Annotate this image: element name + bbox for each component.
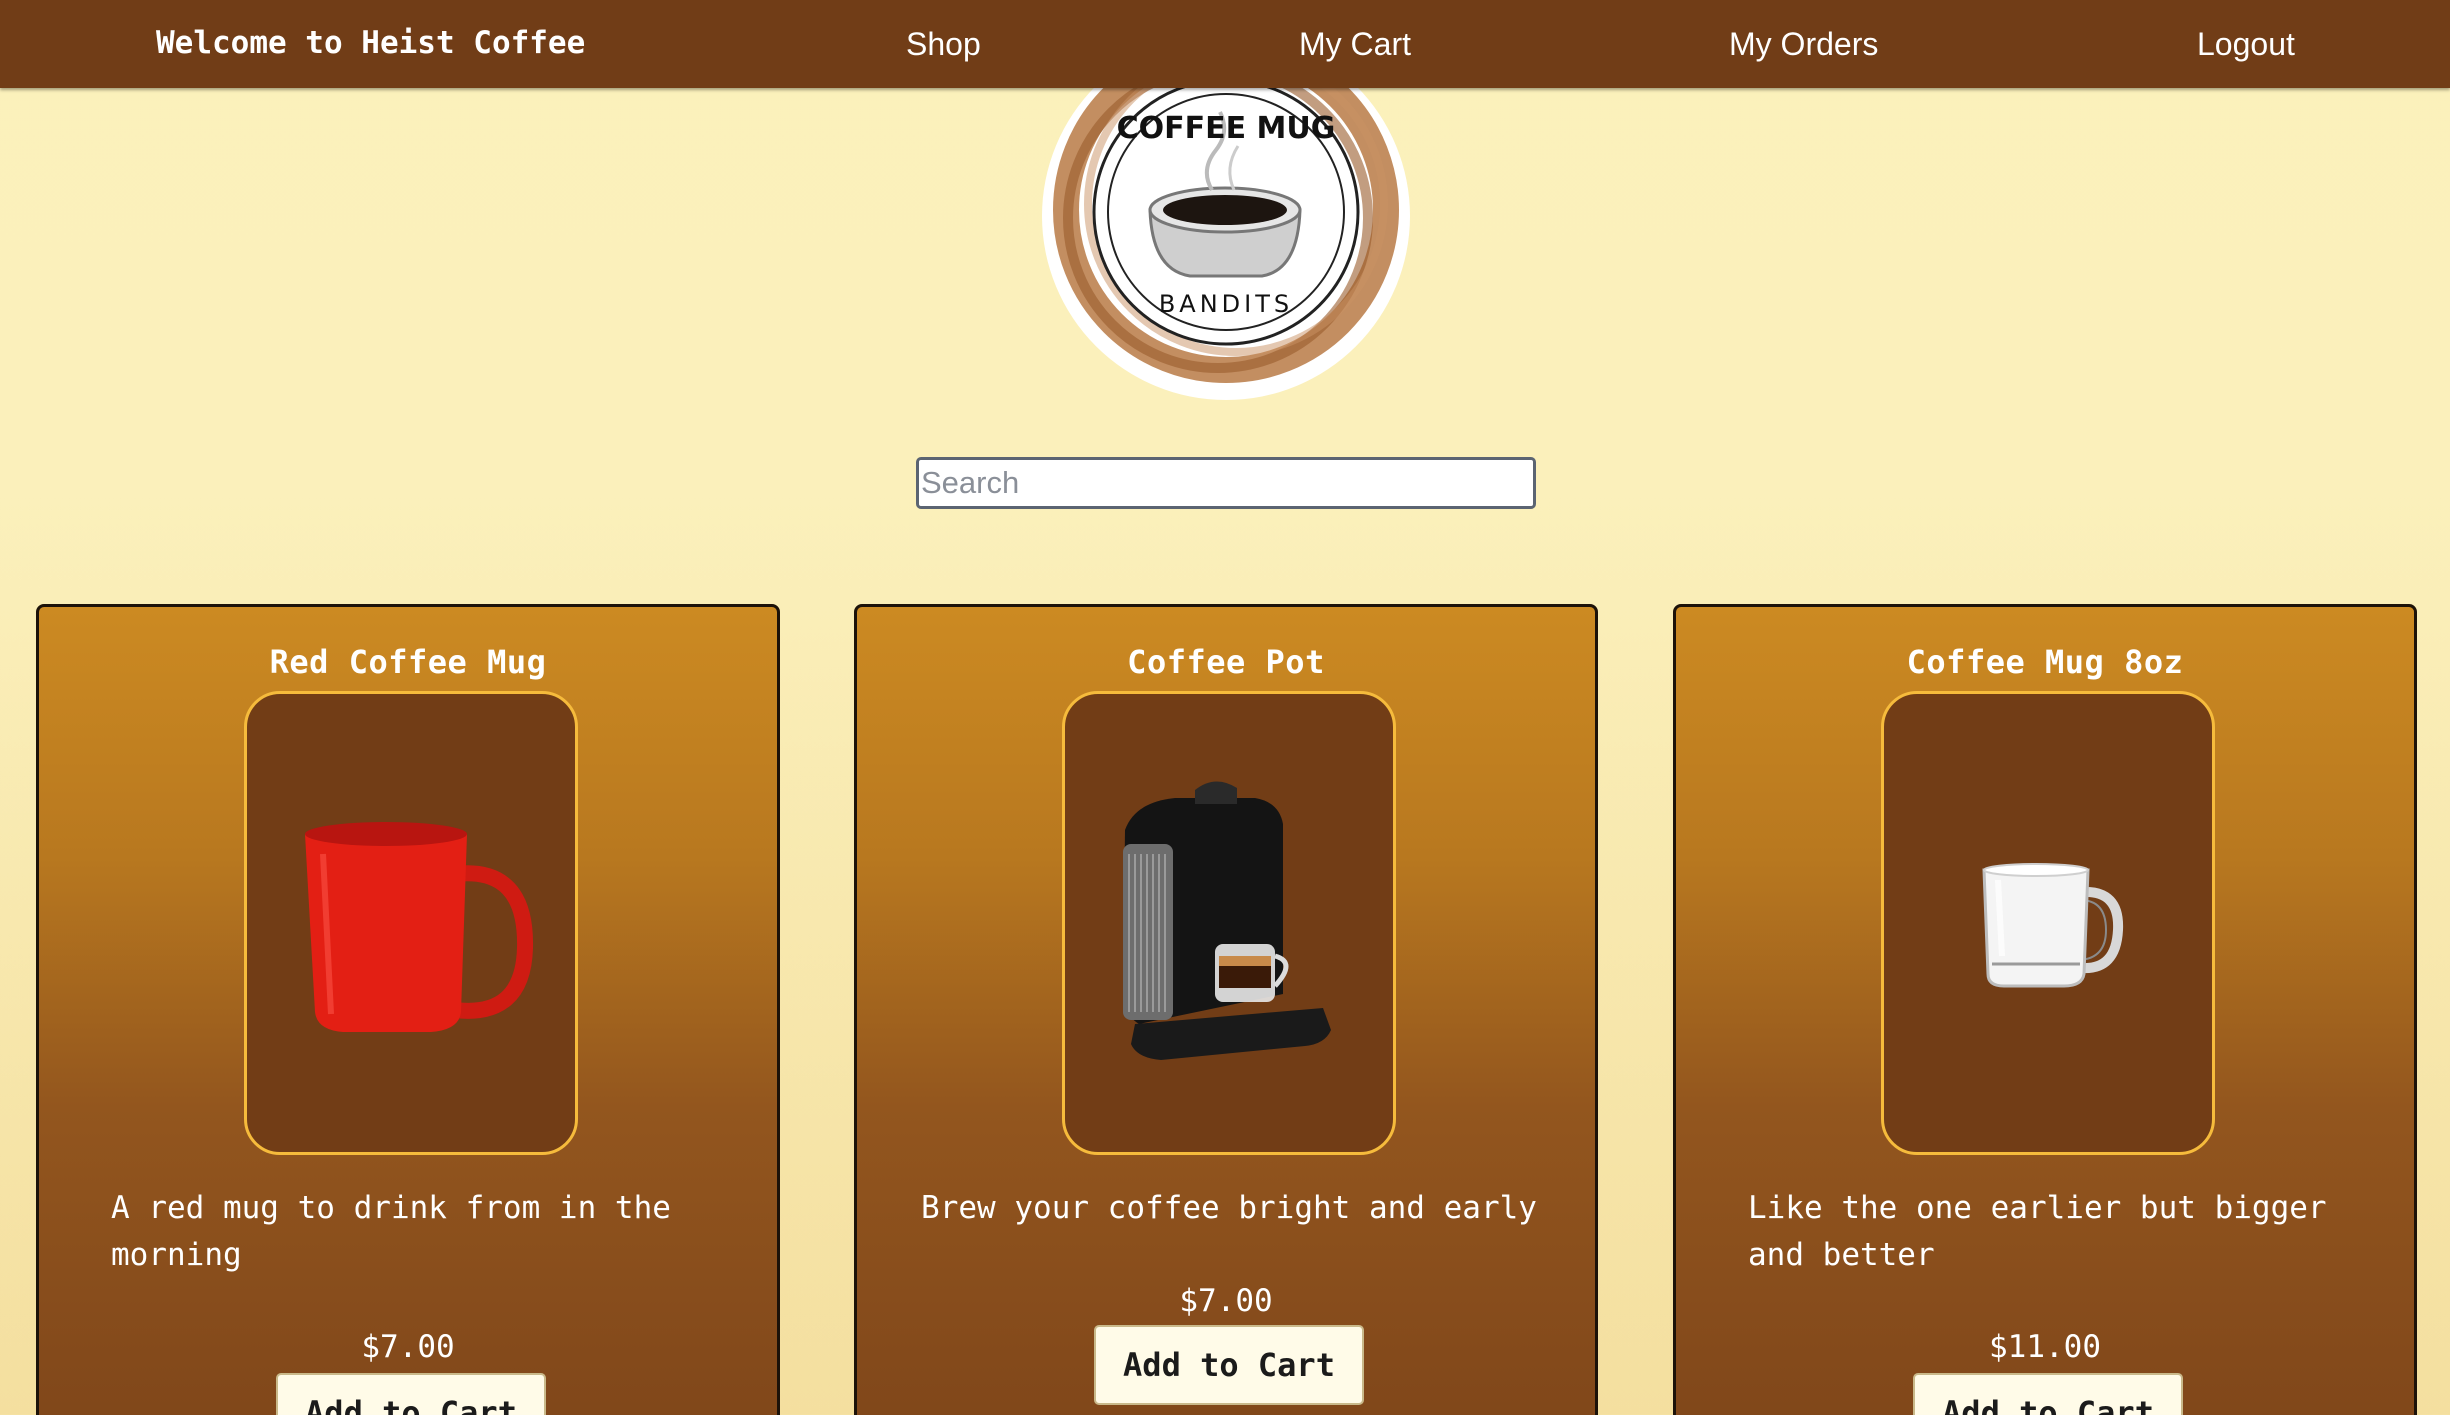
product-title: Red Coffee Mug	[269, 643, 547, 681]
top-navbar: Welcome to Heist Coffee Shop My Cart My …	[0, 0, 2450, 88]
logo-bottom-text: BANDITS	[1159, 290, 1293, 318]
nav-my-orders-link[interactable]: My Orders	[1729, 0, 1878, 88]
product-price: $7.00	[1179, 1283, 1273, 1319]
product-title: Coffee Pot	[1127, 643, 1325, 681]
product-price: $11.00	[1989, 1329, 2101, 1365]
product-image-frame	[244, 691, 578, 1155]
product-description: Like the one earlier but bigger and bett…	[1748, 1190, 2327, 1273]
add-to-cart-button[interactable]: Add to Cart	[1913, 1373, 2183, 1415]
add-to-cart-button[interactable]: Add to Cart	[276, 1373, 546, 1415]
search-input[interactable]	[916, 457, 1536, 509]
product-description: Brew your coffee bright and early	[921, 1190, 1537, 1226]
nav-shop-link[interactable]: Shop	[906, 0, 981, 88]
add-to-cart-button[interactable]: Add to Cart	[1094, 1325, 1364, 1405]
logo-top-text: COFFEE MUG	[1117, 111, 1336, 146]
product-card: Coffee Mug 8oz Like the one earlier but …	[1673, 604, 2417, 1415]
glass-mug-image	[1982, 863, 2124, 988]
red-mug-image	[305, 822, 534, 1032]
product-image-frame	[1881, 691, 2215, 1155]
product-image-frame	[1062, 691, 1396, 1155]
product-title: Coffee Mug 8oz	[1906, 643, 2184, 681]
site-brand: Welcome to Heist Coffee	[156, 25, 586, 61]
product-card: Red Coffee Mug A red mug to drink from i…	[36, 604, 780, 1415]
nav-logout-link[interactable]: Logout	[2197, 0, 2295, 88]
product-card: Coffee Pot Brew your coffee bright and e…	[854, 604, 1598, 1415]
nav-my-cart-link[interactable]: My Cart	[1299, 0, 1411, 88]
coffee-mug-bandits-logo: COFFEE MUG BANDITS	[1040, 32, 1412, 402]
product-price: $7.00	[361, 1329, 455, 1365]
product-description: A red mug to drink from in the morning	[111, 1190, 671, 1273]
coffee-machine-image	[1123, 781, 1331, 1060]
